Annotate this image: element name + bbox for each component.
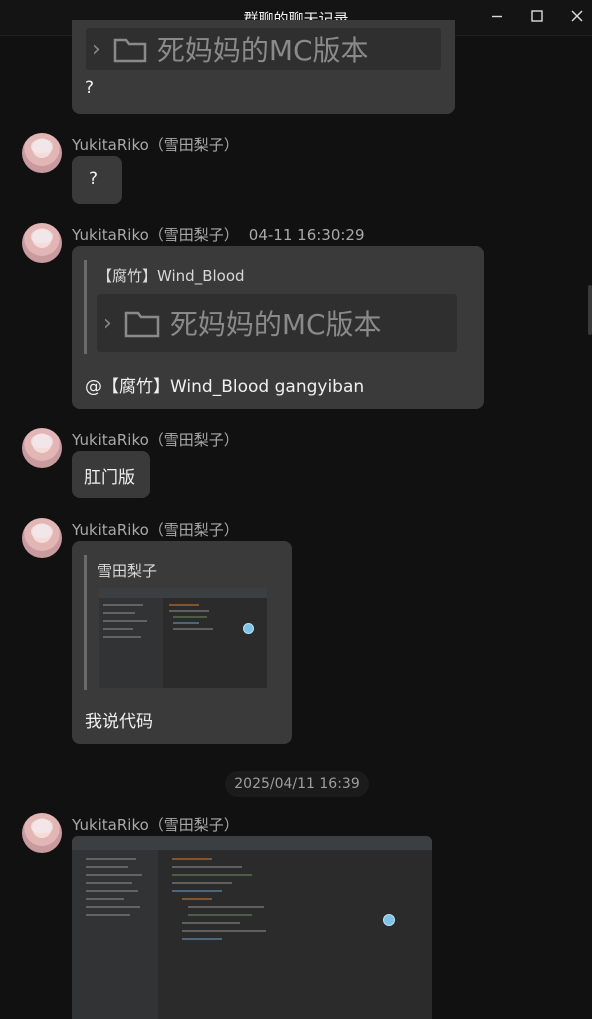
folder-card-text: 死妈妈的MC版本	[169, 308, 382, 341]
message-text: ?	[85, 78, 95, 98]
quote-author: 【腐竹】Wind_Blood	[97, 267, 245, 285]
sender-name: YukitaRiko（雪田梨子）	[72, 431, 239, 449]
scrollbar[interactable]	[588, 285, 592, 335]
sender-name: YukitaRiko（雪田梨子）	[72, 816, 239, 834]
message-bubble[interactable]: › 死妈妈的MC版本 ?	[72, 20, 455, 114]
sender-name: YukitaRiko（雪田梨子）	[72, 521, 239, 539]
minimize-button[interactable]	[485, 6, 509, 28]
message-text: ?	[89, 169, 99, 189]
folder-icon	[124, 311, 160, 338]
quoted-folder-card[interactable]: › 死妈妈的MC版本	[97, 294, 457, 352]
reply-quote[interactable]: 【腐竹】Wind_Blood › 死妈妈的MC版本	[84, 260, 472, 354]
close-icon	[571, 10, 583, 22]
sender-line: YukitaRiko（雪田梨子） 04-11 16:30:29	[72, 224, 365, 245]
reply-quote[interactable]: 雪田梨子	[84, 555, 277, 690]
avatar[interactable]	[22, 133, 62, 173]
message-bubble[interactable]: ?	[72, 156, 122, 204]
minimize-icon	[492, 15, 502, 18]
chevron-right-icon: ›	[92, 36, 101, 62]
sender-name: YukitaRiko（雪田梨子）	[72, 136, 239, 154]
message-text: 肛门版	[84, 468, 135, 488]
avatar[interactable]	[22, 813, 62, 853]
folder-card-text: 死妈妈的MC版本	[156, 34, 369, 67]
close-button[interactable]	[565, 6, 589, 28]
maximize-icon	[531, 10, 543, 22]
message-bubble[interactable]: 肛门版	[72, 451, 150, 498]
chevron-right-icon: ›	[103, 310, 112, 336]
maximize-button[interactable]	[525, 6, 549, 28]
folder-icon	[113, 38, 147, 63]
message-image[interactable]	[72, 836, 432, 1019]
quoted-folder-card[interactable]: › 死妈妈的MC版本	[86, 28, 441, 70]
sender-name: YukitaRiko（雪田梨子）	[72, 226, 239, 244]
message-text: @【腐竹】Wind_Blood gangyiban	[85, 377, 365, 397]
message-bubble[interactable]: 【腐竹】Wind_Blood › 死妈妈的MC版本 @【腐竹】Wind_Bloo…	[72, 246, 484, 409]
quote-author: 雪田梨子	[97, 562, 158, 580]
message-text: 我说代码	[85, 712, 153, 732]
avatar[interactable]	[22, 428, 62, 468]
avatar[interactable]	[22, 223, 62, 263]
quoted-image[interactable]	[99, 588, 267, 688]
message-time: 04-11 16:30:29	[248, 226, 365, 244]
avatar[interactable]	[22, 518, 62, 558]
timestamp-divider: 2025/04/11 16:39	[225, 771, 369, 797]
message-bubble[interactable]: 雪田梨子 我说代码	[72, 541, 292, 744]
